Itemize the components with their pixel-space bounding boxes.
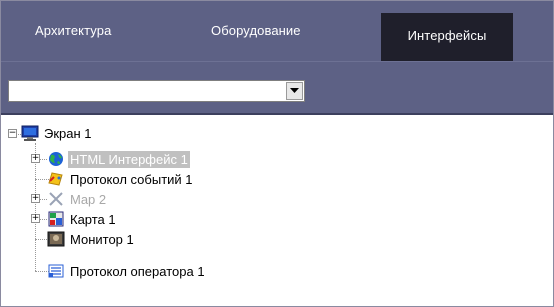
tree-item-map-2[interactable]: Map 2	[47, 189, 108, 209]
operator-log-icon	[48, 264, 64, 278]
expand-toggle[interactable]: +	[31, 194, 40, 203]
tree-item-label: Протокол оператора 1	[70, 263, 205, 279]
video-monitor-icon	[47, 231, 65, 247]
tree-item-label: Монитор 1	[70, 231, 134, 247]
collapse-toggle[interactable]: −	[8, 129, 17, 138]
tree-item-label: Экран 1	[44, 125, 92, 141]
tree-item-html-interface[interactable]: HTML Интерфейс 1	[47, 149, 190, 169]
map-x-icon	[49, 192, 63, 206]
tree-item-label: Протокол событий 1	[70, 171, 193, 187]
tree-item-event-log[interactable]: Протокол событий 1	[47, 169, 195, 189]
tree-item-label: Map 2	[70, 191, 107, 207]
object-select-combobox[interactable]	[8, 80, 305, 102]
tree-item-map-1[interactable]: Карта 1	[47, 209, 118, 229]
tree-item-label: HTML Интерфейс 1	[68, 150, 190, 168]
tree-connector	[39, 219, 47, 220]
chevron-down-icon	[290, 88, 299, 93]
map-icon	[48, 211, 64, 227]
tree-connector	[39, 159, 47, 160]
globe-icon	[49, 152, 63, 166]
tree-item-label: Карта 1	[70, 211, 116, 227]
expand-toggle[interactable]: +	[31, 214, 40, 223]
tree-connector	[39, 199, 47, 200]
tab-bar: Архитектура Оборудование Интерфейсы	[1, 1, 553, 61]
monitor-icon	[21, 125, 39, 141]
tab-interfaces[interactable]: Интерфейсы	[381, 13, 513, 61]
event-log-icon	[48, 172, 63, 186]
tab-architecture[interactable]: Архитектура	[35, 1, 165, 61]
tab-equipment[interactable]: Оборудование	[211, 1, 351, 61]
tree-item-monitor[interactable]: Монитор 1	[47, 229, 136, 249]
toolbar	[1, 61, 553, 114]
tree-item-root[interactable]: Экран 1	[21, 123, 94, 143]
tree-item-operator-log[interactable]: Протокол оператора 1	[47, 261, 207, 281]
dropdown-button[interactable]	[286, 82, 303, 100]
expand-toggle[interactable]: +	[31, 154, 40, 163]
window-frame: Архитектура Оборудование Интерфейсы − Эк…	[0, 0, 554, 307]
object-tree: − Экран 1 + HTML Интерфейс 1 Протокол со…	[1, 113, 553, 306]
